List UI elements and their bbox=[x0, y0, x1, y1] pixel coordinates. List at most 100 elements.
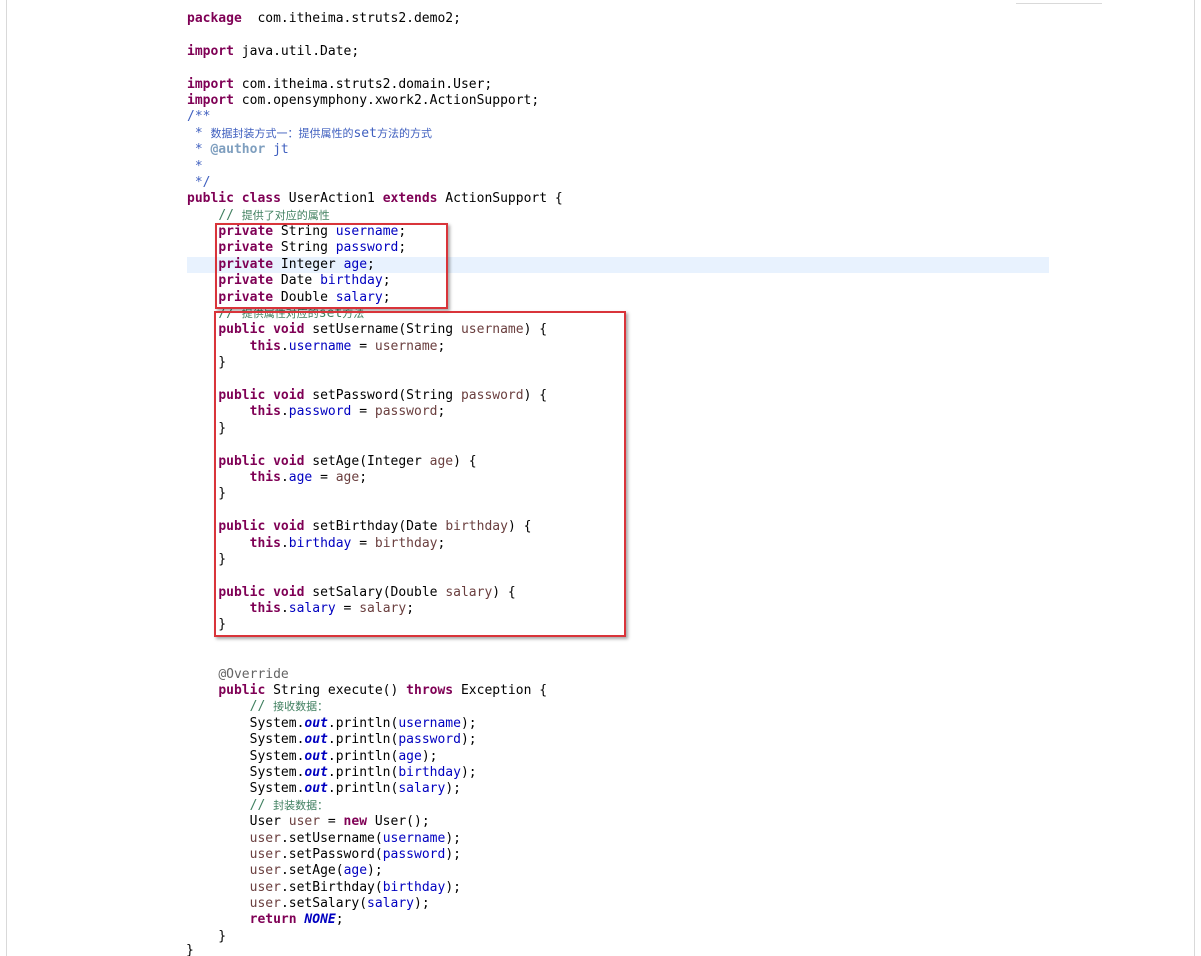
code-line: * 数据封装方式一：提供属性的set方法的方式 bbox=[187, 126, 563, 142]
code-token: @Override bbox=[218, 666, 289, 682]
code-token: return bbox=[249, 912, 297, 928]
code-token: birthday bbox=[398, 764, 461, 780]
code-token: username bbox=[398, 715, 461, 731]
code-token: NONE bbox=[304, 912, 336, 928]
code-token: import bbox=[187, 43, 234, 59]
code-token: ); bbox=[460, 715, 477, 731]
code-line: user.setPassword(password); bbox=[187, 847, 563, 863]
code-line: } bbox=[187, 929, 563, 945]
code-token: User bbox=[187, 814, 289, 830]
code-token: user bbox=[249, 896, 281, 912]
code-token: out bbox=[304, 715, 328, 731]
code-token: password bbox=[398, 732, 461, 748]
code-token: ); bbox=[445, 781, 461, 797]
closing-brace: } bbox=[186, 943, 194, 956]
code-token: out bbox=[304, 764, 328, 780]
code-token: // bbox=[249, 699, 274, 715]
code-line: */ bbox=[187, 175, 563, 191]
code-token: set bbox=[353, 125, 377, 141]
code-token: password bbox=[382, 846, 446, 862]
code-token: .println( bbox=[327, 764, 399, 780]
code-token: import bbox=[187, 76, 234, 92]
code-token: .println( bbox=[327, 748, 399, 764]
code-token: java.util.Date; bbox=[233, 43, 360, 59]
code-token: Exception { bbox=[453, 683, 548, 699]
code-token: * bbox=[187, 142, 211, 158]
code-token: user bbox=[249, 830, 281, 846]
code-token: */ bbox=[187, 174, 211, 190]
code-token: String execute() bbox=[265, 683, 407, 699]
code-token: salary bbox=[367, 896, 414, 912]
code-line: System.out.println(birthday); bbox=[187, 765, 563, 781]
code-token: 数据封装方式一：提供属性的 bbox=[210, 126, 354, 140]
code-token: username bbox=[382, 830, 446, 846]
code-line: * bbox=[187, 159, 563, 175]
page-right-border bbox=[1194, 0, 1195, 956]
code-token: = bbox=[320, 814, 344, 830]
code-line: System.out.println(password); bbox=[187, 732, 563, 748]
code-line: import java.util.Date; bbox=[187, 44, 563, 60]
fields-highlight-box bbox=[215, 223, 448, 309]
code-line: package com.itheima.struts2.demo2; bbox=[187, 11, 563, 27]
code-line: // 封装数据： bbox=[187, 798, 563, 814]
code-line: @Override bbox=[187, 667, 563, 683]
code-token: 提供了对应的属性 bbox=[241, 208, 330, 222]
code-token: .setPassword( bbox=[280, 846, 383, 862]
code-token: package bbox=[187, 11, 242, 26]
code-token: System. bbox=[187, 781, 305, 797]
code-line: return NONE; bbox=[187, 912, 563, 928]
code-token: .setUsername( bbox=[280, 830, 383, 846]
code-token: user bbox=[249, 863, 281, 879]
code-token: ); bbox=[367, 863, 383, 879]
code-token: ActionSupport { bbox=[437, 191, 563, 207]
code-token: /** bbox=[187, 109, 211, 125]
code-token: import bbox=[187, 92, 234, 108]
code-token: UserAction1 bbox=[280, 191, 383, 207]
code-line: public class UserAction1 extends ActionS… bbox=[187, 191, 563, 207]
code-token: salary bbox=[398, 781, 446, 797]
page-left-border bbox=[6, 0, 7, 956]
code-line: user.setUsername(username); bbox=[187, 831, 563, 847]
code-token: ); bbox=[414, 896, 430, 912]
code-token: out bbox=[304, 748, 328, 764]
code-token: .setBirthday( bbox=[280, 879, 383, 895]
code-token: age bbox=[398, 748, 422, 764]
code-token: // bbox=[218, 207, 242, 223]
code-token: birthday bbox=[382, 879, 446, 895]
code-token: ); bbox=[445, 830, 461, 846]
code-token: .setAge( bbox=[280, 863, 344, 879]
code-token: out bbox=[304, 732, 328, 748]
code-token: ); bbox=[460, 732, 477, 748]
code-token: ); bbox=[445, 879, 461, 895]
setters-highlight-box bbox=[214, 311, 626, 637]
code-token: public bbox=[187, 191, 234, 207]
code-token: .setSalary( bbox=[280, 896, 368, 912]
code-token: // bbox=[249, 797, 274, 813]
code-token: } bbox=[187, 928, 227, 944]
code-line: user.setAge(age); bbox=[187, 863, 563, 879]
code-line: // 提供了对应的属性 bbox=[187, 208, 563, 224]
code-token: System. bbox=[187, 764, 305, 780]
code-token: new bbox=[343, 814, 368, 830]
code-token: .println( bbox=[327, 715, 399, 731]
code-token: user bbox=[288, 814, 321, 830]
code-token: .println( bbox=[327, 732, 399, 748]
code-token: user bbox=[249, 879, 281, 895]
code-token: age bbox=[343, 863, 368, 879]
code-token: 接收数据： bbox=[273, 700, 329, 714]
